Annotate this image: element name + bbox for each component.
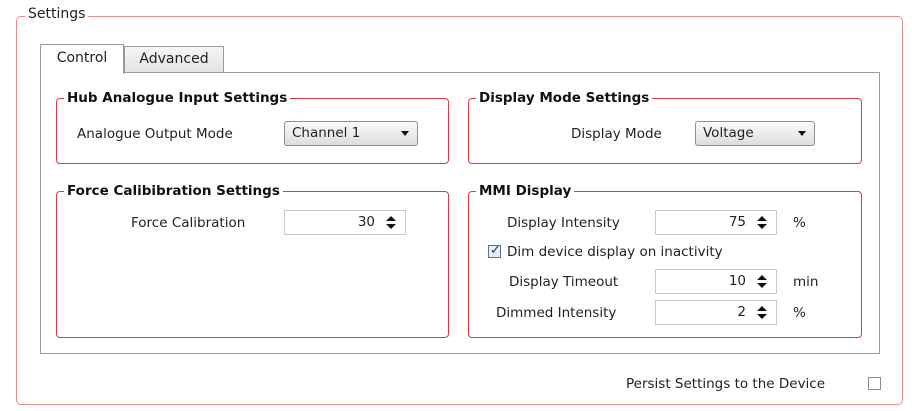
settings-title: Settings xyxy=(25,6,89,22)
display-timeout-value: 10 xyxy=(728,273,746,289)
display-mode-dropdown[interactable]: Voltage xyxy=(695,121,815,146)
display-intensity-label: Display Intensity xyxy=(507,215,620,231)
force-calibration-value: 30 xyxy=(357,214,375,230)
persist-settings-checkbox[interactable] xyxy=(868,377,881,390)
dim-display-checkbox[interactable]: ✓ xyxy=(488,243,501,258)
mmi-display-title: MMI Display xyxy=(476,183,575,199)
checkmark-icon: ✓ xyxy=(490,243,501,258)
spinner-arrows-icon[interactable] xyxy=(385,215,397,230)
hub-analogue-title: Hub Analogue Input Settings xyxy=(64,90,291,106)
display-intensity-unit: % xyxy=(793,215,806,231)
display-timeout-unit: min xyxy=(793,274,819,290)
chevron-down-icon xyxy=(401,131,409,136)
display-intensity-value: 75 xyxy=(728,214,746,230)
spinner-arrows-icon[interactable] xyxy=(756,215,768,230)
display-timeout-spinner[interactable]: 10 xyxy=(655,269,777,294)
spinner-arrows-icon[interactable] xyxy=(756,274,768,289)
dimmed-intensity-label: Dimmed Intensity xyxy=(496,305,617,321)
display-mode-label: Display Mode xyxy=(571,126,662,142)
analogue-output-mode-label: Analogue Output Mode xyxy=(77,126,233,142)
display-timeout-label: Display Timeout xyxy=(509,274,619,290)
dimmed-intensity-unit: % xyxy=(793,305,806,321)
display-mode-value: Voltage xyxy=(703,125,754,141)
dimmed-intensity-value: 2 xyxy=(737,304,746,320)
tab-advanced[interactable]: Advanced xyxy=(124,46,224,72)
analogue-output-mode-dropdown[interactable]: Channel 1 xyxy=(284,121,418,146)
analogue-output-mode-value: Channel 1 xyxy=(292,125,361,141)
force-calibration-title: Force Calibibration Settings xyxy=(64,183,283,199)
dimmed-intensity-spinner[interactable]: 2 xyxy=(655,300,777,325)
dim-display-label: Dim device display on inactivity xyxy=(507,244,723,260)
force-calibration-label: Force Calibration xyxy=(131,215,246,231)
chevron-down-icon xyxy=(798,131,806,136)
spinner-arrows-icon[interactable] xyxy=(756,305,768,320)
persist-settings-label: Persist Settings to the Device xyxy=(626,376,826,392)
force-calibration-spinner[interactable]: 30 xyxy=(284,210,406,235)
display-mode-title: Display Mode Settings xyxy=(476,90,653,106)
display-intensity-spinner[interactable]: 75 xyxy=(655,210,777,235)
tab-control[interactable]: Control xyxy=(40,44,124,74)
